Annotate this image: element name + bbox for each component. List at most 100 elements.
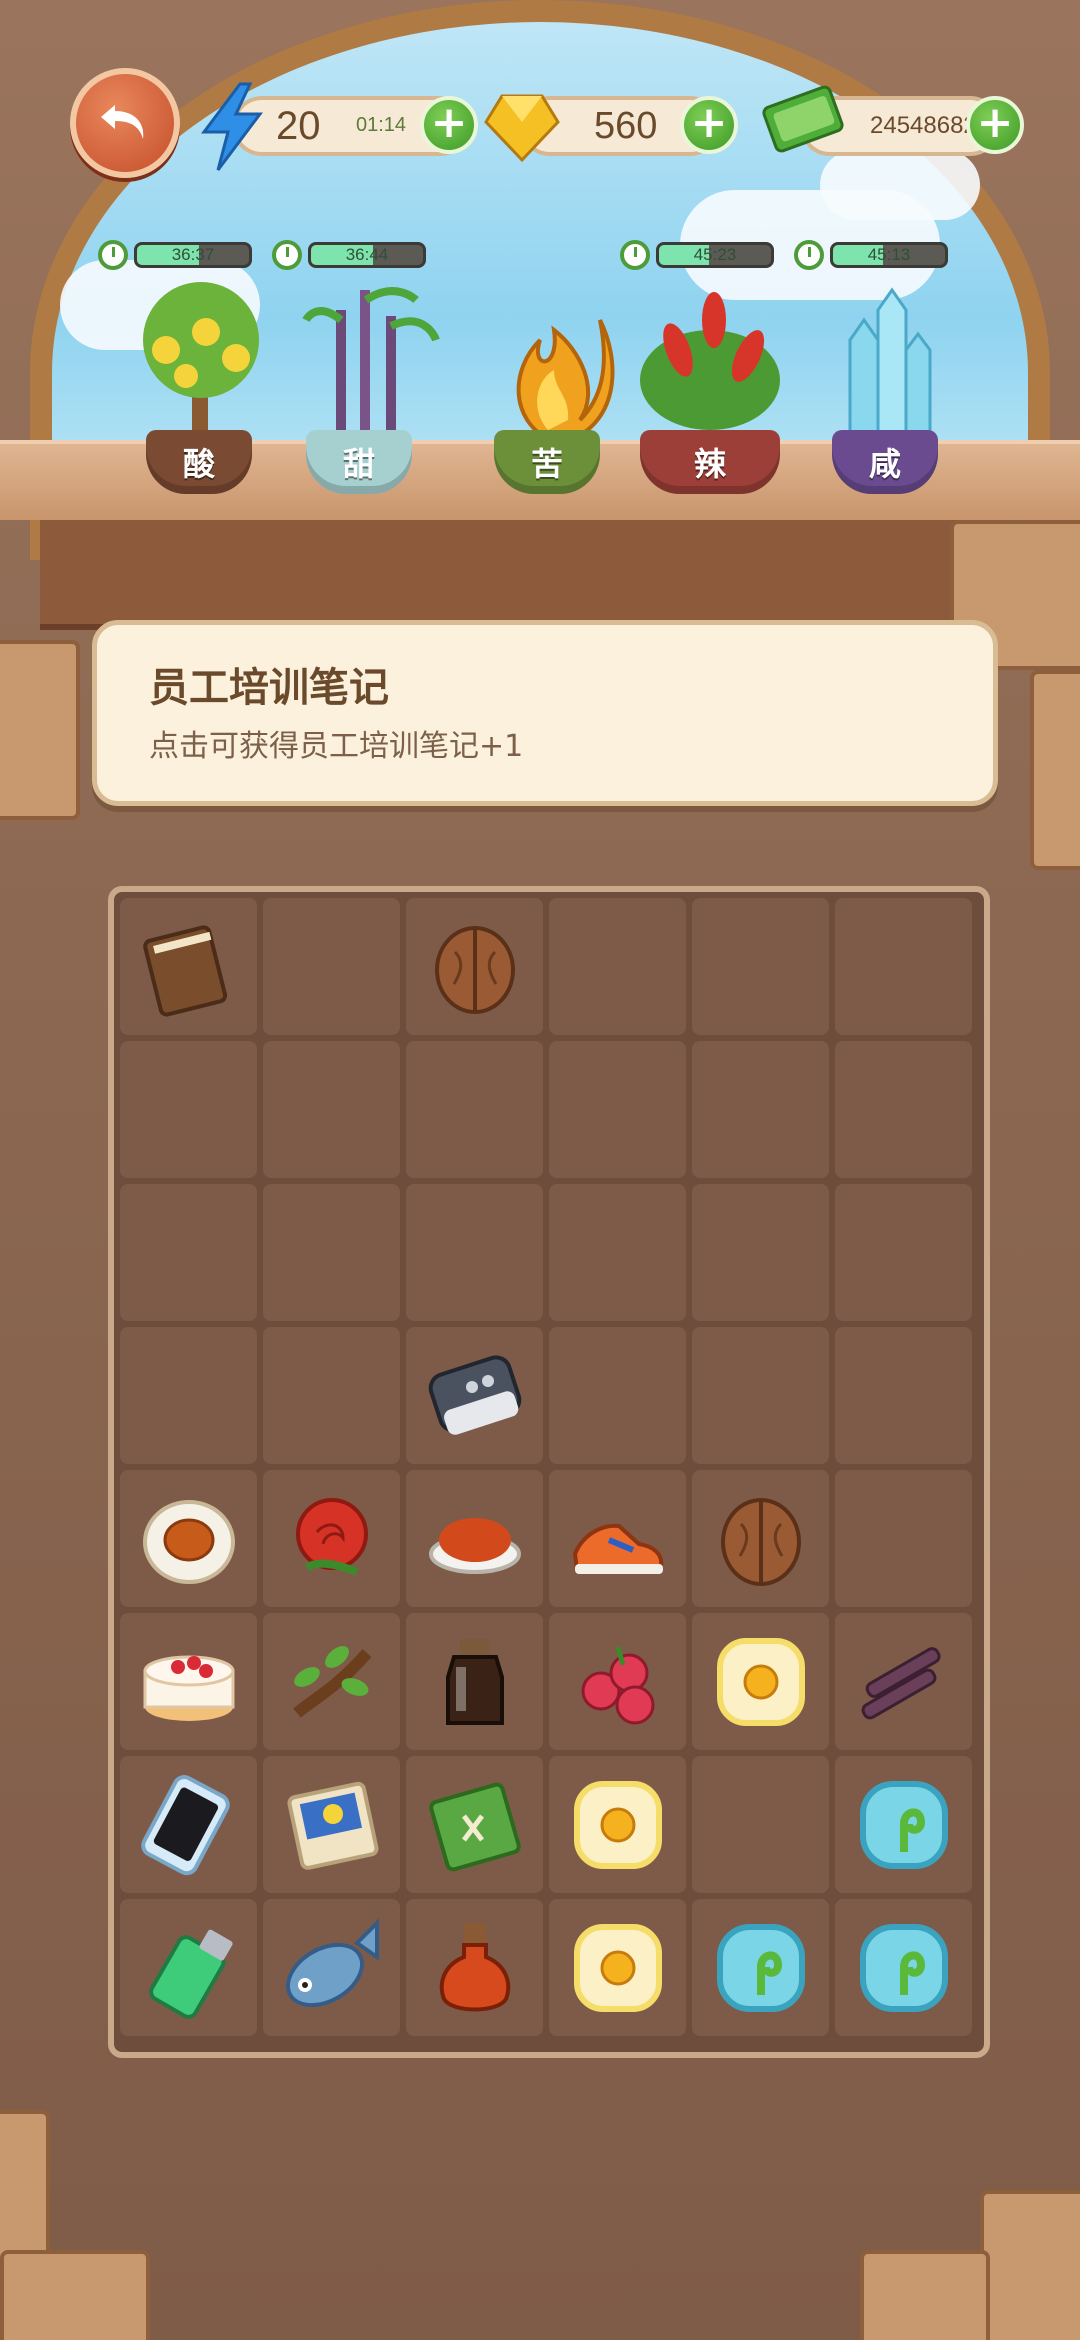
board-cell[interactable] [406, 898, 543, 1035]
board-cell[interactable] [835, 898, 972, 1035]
smartphone-icon[interactable] [134, 1770, 244, 1880]
board-cell[interactable] [263, 898, 400, 1035]
add-cash-button[interactable]: + [966, 96, 1024, 154]
board-cell[interactable] [263, 1327, 400, 1464]
board-cell[interactable] [835, 1327, 972, 1464]
notebook-icon[interactable] [134, 912, 244, 1022]
car-key-icon[interactable] [420, 1341, 530, 1451]
board-cell[interactable] [835, 1184, 972, 1321]
cake-icon[interactable] [134, 1627, 244, 1737]
board-cell[interactable] [549, 1470, 686, 1607]
lychee-icon[interactable] [563, 1627, 673, 1737]
item-info-panel[interactable]: 员工培训笔记 点击可获得员工培训笔记+1 [92, 620, 998, 806]
board-cell[interactable] [835, 1613, 972, 1750]
sneaker-icon[interactable] [563, 1484, 673, 1594]
plant-salty[interactable]: 咸 [820, 280, 950, 510]
board-grid [120, 898, 978, 2036]
board-cell[interactable] [120, 898, 257, 1035]
fried-egg-icon[interactable] [563, 1913, 673, 2023]
trading-card-icon[interactable] [277, 1770, 387, 1880]
lighter-icon[interactable] [134, 1913, 244, 2023]
board-cell[interactable] [263, 1613, 400, 1750]
pot-sour: 酸 [146, 430, 252, 494]
sauce-flask-icon[interactable] [420, 1913, 530, 2023]
board-cell[interactable] [120, 1041, 257, 1178]
board-cell[interactable] [120, 1756, 257, 1893]
gem-value: 560 [594, 104, 658, 147]
sugarcane-icon[interactable] [849, 1627, 959, 1737]
board-cell[interactable] [263, 1470, 400, 1607]
timer-text: 36:37 [171, 245, 215, 264]
board-cell[interactable] [120, 1184, 257, 1321]
board-cell[interactable] [835, 1041, 972, 1178]
board-cell[interactable] [549, 1041, 686, 1178]
board-cell[interactable] [692, 898, 829, 1035]
fried-egg-icon[interactable] [563, 1770, 673, 1880]
board-cell[interactable] [120, 1470, 257, 1607]
board-cell[interactable] [263, 1041, 400, 1178]
board-cell[interactable] [406, 1470, 543, 1607]
board-cell[interactable] [406, 1613, 543, 1750]
board-cell[interactable] [549, 898, 686, 1035]
board-cell[interactable] [406, 1041, 543, 1178]
board-cell[interactable] [835, 1899, 972, 2036]
board-cell[interactable] [120, 1327, 257, 1464]
board-cell[interactable] [549, 1184, 686, 1321]
wooden-crate [980, 2190, 1080, 2340]
board-cell[interactable] [406, 1184, 543, 1321]
sprout-bubble-icon[interactable] [849, 1913, 959, 2023]
plant-timer-sweet: 36:44 [272, 240, 426, 270]
back-button[interactable] [70, 68, 180, 178]
board-cell[interactable] [263, 1756, 400, 1893]
cash-value: 24548682 [870, 112, 977, 139]
chili-powder-icon[interactable] [420, 1484, 530, 1594]
board-cell[interactable] [692, 1613, 829, 1750]
sprout-bubble-icon[interactable] [849, 1770, 959, 1880]
add-gems-button[interactable]: + [680, 96, 738, 154]
board-cell[interactable] [835, 1470, 972, 1607]
board-cell[interactable] [692, 1756, 829, 1893]
sprout-bubble-icon[interactable] [706, 1913, 816, 2023]
board-cell[interactable] [406, 1756, 543, 1893]
pot-label: 咸 [868, 445, 901, 483]
clock-icon [620, 240, 650, 270]
fish-icon[interactable] [277, 1913, 387, 2023]
pot-label: 辣 [693, 445, 726, 483]
walnut-icon[interactable] [420, 912, 530, 1022]
board-cell[interactable] [120, 1613, 257, 1750]
board-cell[interactable] [835, 1756, 972, 1893]
wooden-crate [1030, 670, 1080, 870]
timer-text: 36:44 [345, 245, 389, 264]
plant-bitter[interactable]: 苦 [470, 280, 630, 510]
board-cell[interactable] [549, 1899, 686, 2036]
lightning-bolt-icon [196, 82, 268, 172]
board-cell[interactable] [406, 1899, 543, 2036]
plant-sour[interactable]: 酸 [116, 280, 286, 510]
board-cell[interactable] [549, 1613, 686, 1750]
tamarind-icon[interactable] [277, 1627, 387, 1737]
board-cell[interactable] [692, 1041, 829, 1178]
wooden-crate [0, 2250, 150, 2340]
pot-salty: 咸 [832, 430, 938, 494]
green-book-icon[interactable] [420, 1770, 530, 1880]
plant-timer-salty: 45:13 [794, 240, 948, 270]
salted-egg-icon[interactable] [134, 1484, 244, 1594]
walnut-icon[interactable] [706, 1484, 816, 1594]
add-energy-button[interactable]: + [420, 96, 478, 154]
plant-sweet[interactable]: 甜 [296, 280, 446, 510]
board-cell[interactable] [692, 1327, 829, 1464]
plant-spicy[interactable]: 辣 [630, 280, 790, 510]
board-cell[interactable] [263, 1184, 400, 1321]
soy-sauce-bottle-icon[interactable] [420, 1627, 530, 1737]
board-cell[interactable] [549, 1756, 686, 1893]
rose-icon[interactable] [277, 1484, 387, 1594]
board-cell[interactable] [549, 1327, 686, 1464]
board-cell[interactable] [263, 1899, 400, 2036]
board-cell[interactable] [692, 1899, 829, 2036]
board-cell[interactable] [692, 1184, 829, 1321]
cash-stack-icon [758, 78, 850, 162]
board-cell[interactable] [692, 1470, 829, 1607]
board-cell[interactable] [406, 1327, 543, 1464]
fried-egg-icon[interactable] [706, 1627, 816, 1737]
board-cell[interactable] [120, 1899, 257, 2036]
